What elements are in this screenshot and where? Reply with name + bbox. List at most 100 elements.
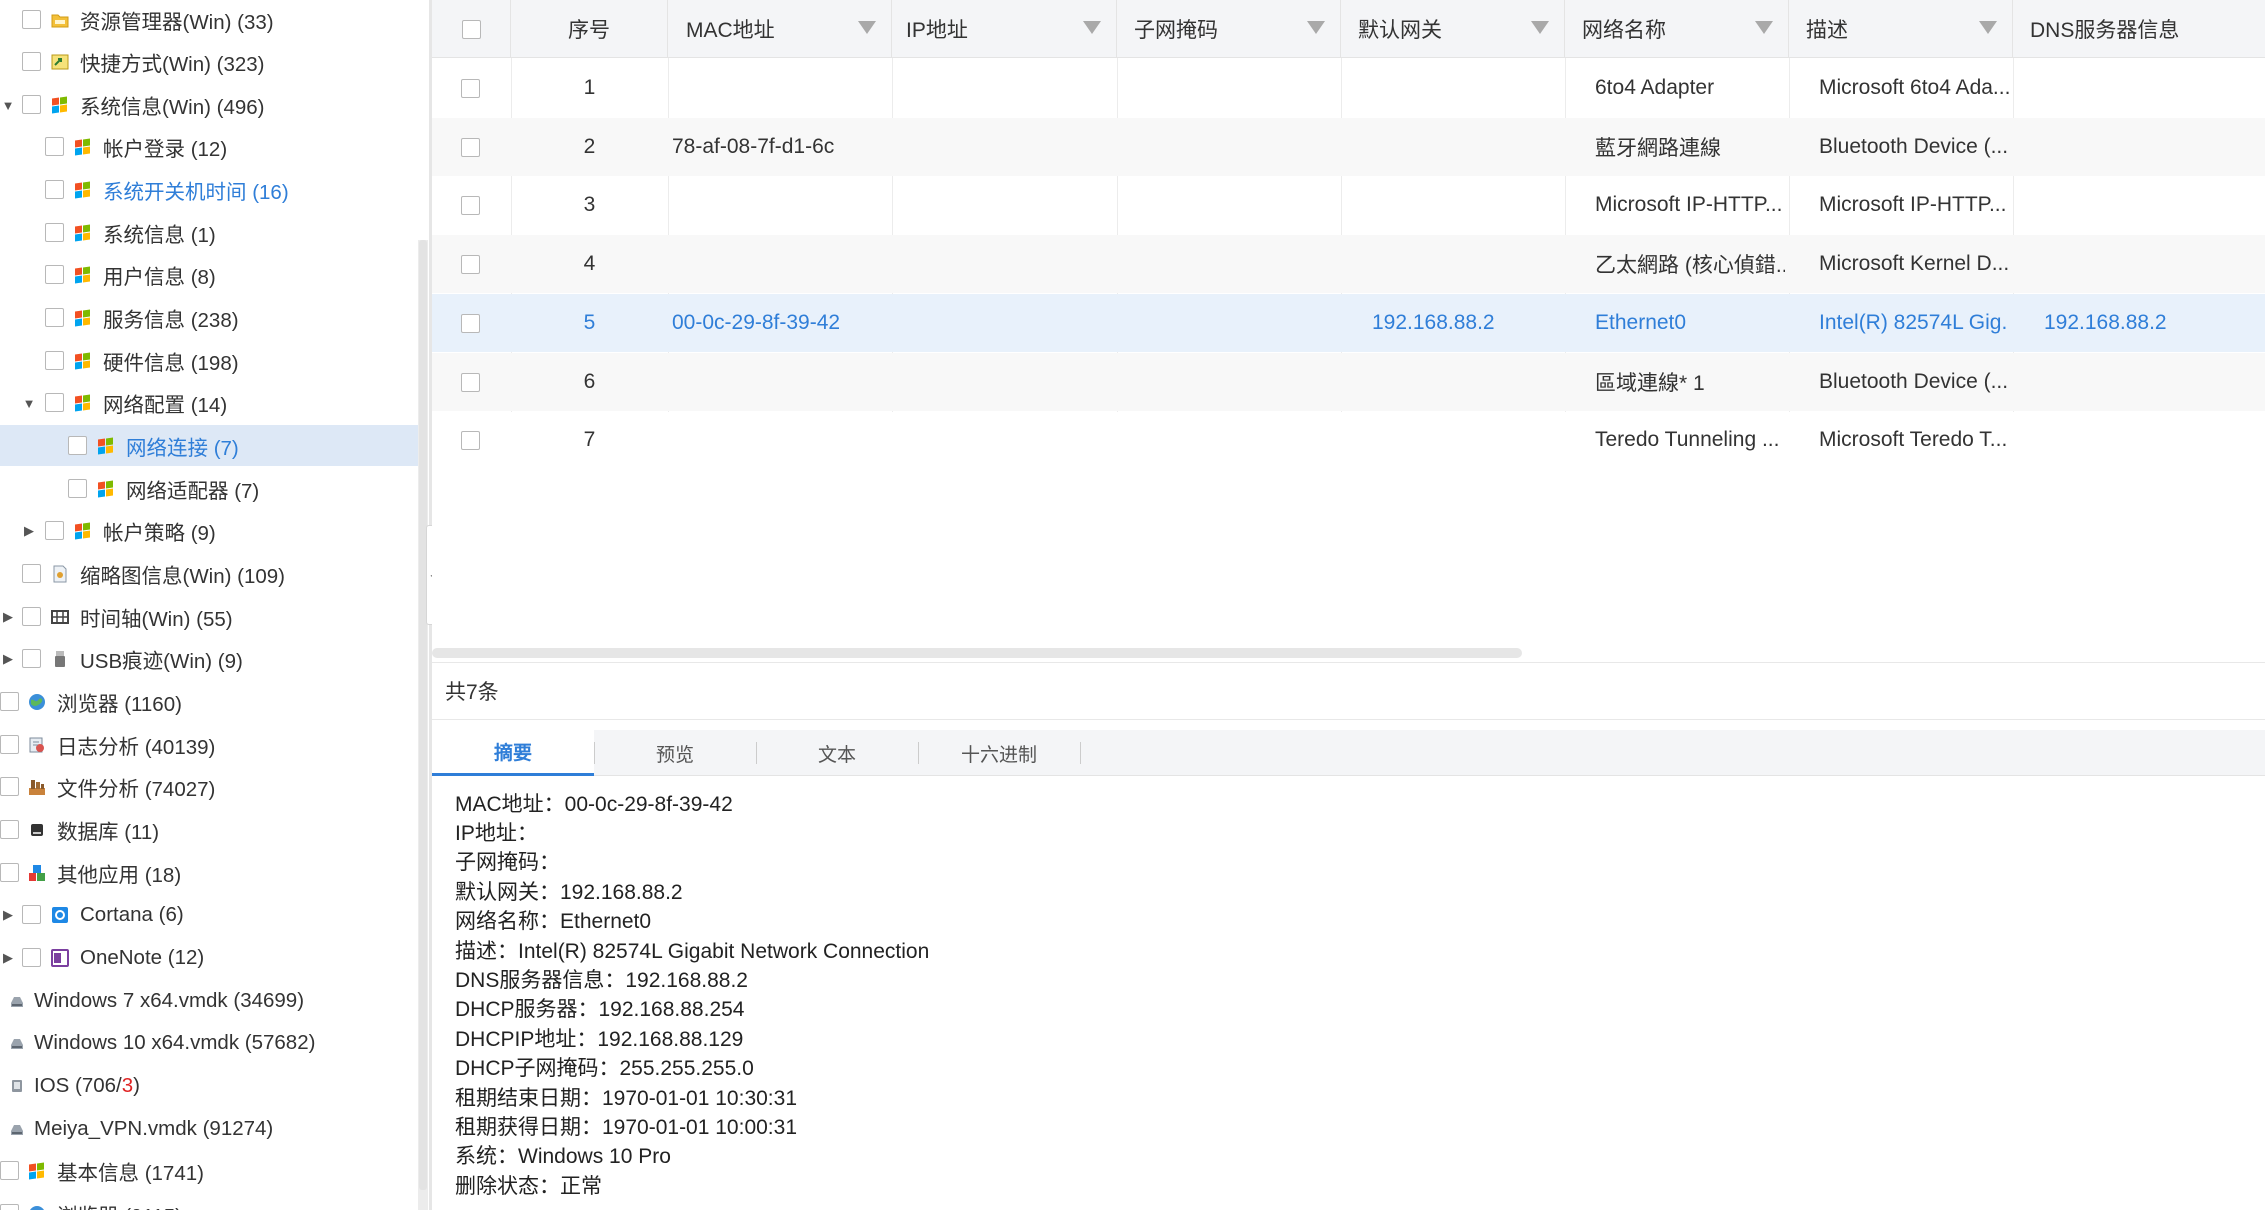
tree-item[interactable]: 数据库 (11) [0,809,420,850]
expand-caret-right-icon[interactable]: ▶ [22,523,36,538]
tree-item[interactable]: 基本信息 (1741) [0,1150,420,1191]
tree-item[interactable]: ▶ 时间轴(Win) (55) [0,596,420,637]
filter-icon[interactable] [1979,21,1997,34]
tree-item[interactable]: ▶ USB痕迹(Win) (9) [0,638,420,679]
tree-checkbox[interactable] [45,521,64,540]
tree-checkbox[interactable] [0,1161,19,1180]
table-row[interactable]: 6 區域連線* 1 Bluetooth Device (... [432,353,2265,411]
tree-checkbox[interactable] [0,777,19,796]
tree-checkbox[interactable] [68,479,87,498]
row-checkbox[interactable] [461,313,480,333]
tree-item[interactable]: 帐户登录 (12) [0,126,420,167]
tree-item[interactable]: 文件分析 (74027) [0,766,420,807]
tree-item[interactable]: ▼ 系统信息(Win) (496) [0,84,420,125]
column-header-gateway[interactable]: 默认网关 [1341,0,1565,58]
column-header-index[interactable]: 序号 [511,0,668,58]
tree-item[interactable]: Meiya_VPN.vmdk (91274) [0,1108,420,1149]
row-checkbox[interactable] [461,195,480,215]
detail-line: DHCP服务器：192.168.88.254 [455,998,745,1022]
tab-hex[interactable]: 十六进制 [918,730,1080,776]
column-header-description[interactable]: 描述 [1789,0,2013,58]
tree-checkbox[interactable] [22,905,41,924]
filter-icon[interactable] [858,21,876,34]
tree-item[interactable]: 资源管理器(Win) (33) [0,0,420,40]
tree-checkbox[interactable] [45,351,64,370]
table-row-selected[interactable]: 5 00-0c-29-8f-39-42 192.168.88.2 Etherne… [432,294,2265,352]
tree-checkbox[interactable] [68,436,87,455]
filter-icon[interactable] [1083,21,1101,34]
tree-item[interactable]: ▶ OneNote (12) [0,937,420,978]
table-row[interactable]: 3 Microsoft IP-HTTP... Microsoft IP-HTTP… [432,176,2265,234]
tree-checkbox[interactable] [45,393,64,412]
row-checkbox[interactable] [461,137,480,157]
column-header-mac[interactable]: MAC地址 [668,0,892,58]
tree-checkbox[interactable] [22,564,41,583]
tree-item[interactable]: 用户信息 (8) [0,254,420,295]
tree-checkbox[interactable] [45,265,64,284]
tree-item[interactable]: ▶ Cortana (6) [0,894,420,935]
column-header-dns[interactable]: DNS服务器信息 [2013,0,2265,58]
tree-checkbox[interactable] [45,137,64,156]
tree-item[interactable]: 浏览器 (9115) [0,1193,420,1210]
expand-caret-right-icon[interactable]: ▶ [1,609,15,624]
tree-checkbox[interactable] [22,948,41,967]
expand-caret-down-icon[interactable]: ▼ [22,396,36,411]
tree-item[interactable]: ▼ 网络配置 (14) [0,382,420,423]
tree-checkbox[interactable] [45,180,64,199]
tree-checkbox[interactable] [0,692,19,711]
tree-item[interactable]: 其他应用 (18) [0,852,420,893]
tree-item[interactable]: 硬件信息 (198) [0,340,420,381]
tree-checkbox[interactable] [0,863,19,882]
select-all-checkbox[interactable] [461,19,481,39]
tree-checkbox[interactable] [45,308,64,327]
tree-item[interactable]: 快捷方式(Win) (323) [0,41,420,82]
row-checkbox[interactable] [461,254,480,274]
expand-caret-right-icon[interactable]: ▶ [1,950,15,965]
tree-item[interactable]: 系统信息 (1) [0,212,420,253]
tree-item-selected[interactable]: 网络连接 (7) [0,425,420,466]
row-checkbox[interactable] [461,372,480,392]
column-header-subnet-mask[interactable]: 子网掩码 [1117,0,1341,58]
tree-item[interactable]: 服务信息 (238) [0,297,420,338]
tab-preview[interactable]: 预览 [594,730,756,776]
filter-icon[interactable] [1531,21,1549,34]
grid-horizontal-scrollbar[interactable] [432,648,1522,658]
tree-checkbox[interactable] [0,820,19,839]
row-checkbox[interactable] [461,78,480,98]
tree-item[interactable]: 浏览器 (1160) [0,681,420,722]
tree-scrollbar-thumb[interactable] [419,240,427,1190]
expand-caret-right-icon[interactable]: ▶ [1,651,15,666]
table-row[interactable]: 2 78-af-08-7f-d1-6c 藍牙網路連線 Bluetooth Dev… [432,118,2265,176]
tree-checkbox[interactable] [22,649,41,668]
expand-caret-right-icon[interactable]: ▶ [1,907,15,922]
detail-line: 网络名称：Ethernet0 [455,910,652,934]
tree-item[interactable]: IOS (706/3) [0,1065,420,1106]
tree-checkbox[interactable] [0,735,19,754]
tree-checkbox[interactable] [45,223,64,242]
filter-icon[interactable] [1307,21,1325,34]
tree-item[interactable]: Windows 7 x64.vmdk (34699) [0,980,420,1021]
tree-item[interactable]: 网络适配器 (7) [0,468,420,509]
table-row[interactable]: 4 乙太網路 (核心偵錯... Microsoft Kernel D... [432,235,2265,293]
tree-checkbox[interactable] [22,607,41,626]
tree-checkbox[interactable] [22,95,41,114]
tree-item[interactable]: Windows 10 x64.vmdk (57682) [0,1022,420,1063]
cell-ip [896,235,1112,293]
expand-caret-down-icon[interactable]: ▼ [1,98,15,113]
column-header-ip[interactable]: IP地址 [892,0,1117,58]
cell-network-name: Ethernet0 [1595,311,1687,334]
tab-text[interactable]: 文本 [756,730,918,776]
tree-checkbox[interactable] [22,52,41,71]
row-checkbox[interactable] [461,430,480,450]
table-row[interactable]: 1 6to4 Adapter Microsoft 6to4 Ada... [432,59,2265,117]
table-row[interactable]: 7 Teredo Tunneling ... Microsoft Teredo … [432,411,2265,469]
tree-checkbox[interactable] [22,10,41,29]
filter-icon[interactable] [1755,21,1773,34]
column-header-network-name[interactable]: 网络名称 [1565,0,1789,58]
tree-item[interactable]: ▶ 帐户策略 (9) [0,510,420,551]
tree-item[interactable]: 系统开关机时间 (16) [0,169,420,210]
tree-item[interactable]: 日志分析 (40139) [0,724,420,765]
tree-item[interactable]: 缩略图信息(Win) (109) [0,553,420,594]
tree-checkbox[interactable] [0,1204,19,1210]
tab-summary[interactable]: 摘要 [432,730,594,776]
